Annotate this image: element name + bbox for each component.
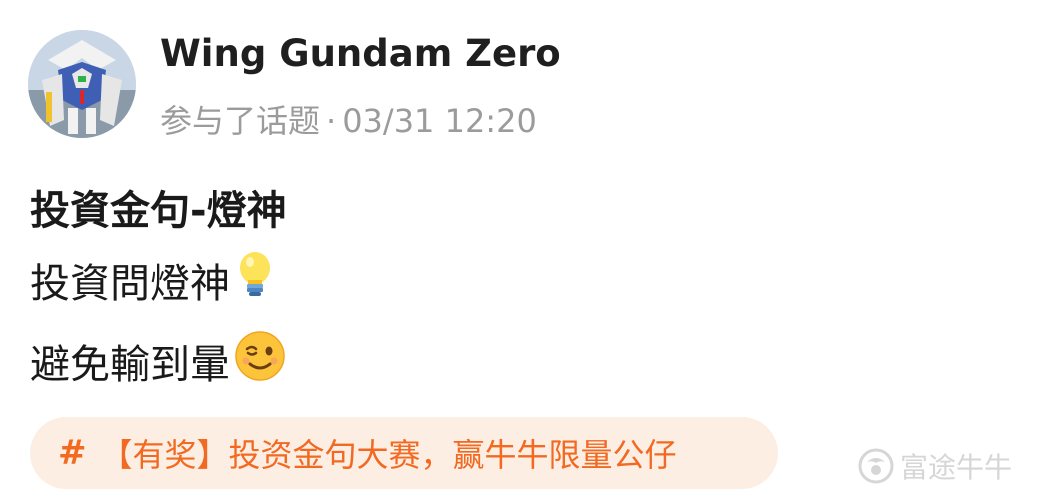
watermark-text: 富途牛牛 bbox=[900, 451, 1013, 484]
post-timestamp: 03/31 12:20 bbox=[342, 102, 537, 140]
post-line-text: 投資問燈神 bbox=[30, 261, 230, 307]
watermark: 富途牛牛 bbox=[858, 446, 1012, 486]
futu-logo-icon bbox=[858, 448, 894, 484]
topic-action-text: 参与了话题 bbox=[160, 102, 321, 140]
post-line: 投資問燈神 bbox=[30, 250, 276, 310]
topic-chip[interactable]: # 【有奖】投资金句大赛，赢牛牛限量公仔 bbox=[30, 417, 778, 489]
topic-label: 【有奖】投资金句大赛，赢牛牛限量公仔 bbox=[100, 436, 677, 474]
hashtag-icon: # bbox=[58, 433, 87, 473]
avatar[interactable] bbox=[28, 30, 136, 138]
author-name[interactable]: Wing Gundam Zero bbox=[160, 32, 561, 75]
winking-face-icon bbox=[234, 330, 286, 392]
post-meta: 参与了话题 · 03/31 12:20 bbox=[160, 96, 537, 142]
post-line-text: 避免輸到暈 bbox=[30, 342, 230, 388]
post-line: 避免輸到暈 bbox=[30, 330, 286, 392]
meta-separator: · bbox=[326, 102, 337, 140]
gundam-avatar-icon bbox=[28, 30, 136, 138]
light-bulb-icon bbox=[234, 250, 276, 310]
post-card: Wing Gundam Zero 参与了话题 · 03/31 12:20 投資金句-… bbox=[0, 0, 1038, 502]
post-title: 投資金句-燈神 bbox=[30, 188, 287, 234]
